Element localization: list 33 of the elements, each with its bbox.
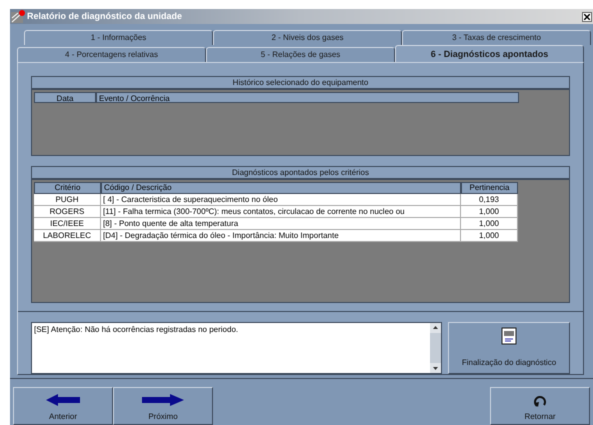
column-header: Código / Descrição <box>101 182 461 194</box>
scrollbar[interactable] <box>430 323 441 374</box>
message-text: [SE] Atenção: Não há ocorrências registradas no periodo. <box>33 324 240 336</box>
finalize-button[interactable]: Finalização do diagnóstico <box>448 322 570 374</box>
column-header: Data <box>34 92 96 104</box>
column-header: Critério <box>34 182 101 194</box>
left-arrow-icon <box>46 394 80 406</box>
scroll-down-icon[interactable] <box>430 363 441 374</box>
app-icon <box>11 10 25 24</box>
next-button[interactable]: Próximo <box>113 387 213 425</box>
close-icon <box>584 14 590 20</box>
right-arrow-icon <box>142 394 184 406</box>
window-title: Relatório de diagnóstico da unidade <box>27 10 182 23</box>
section-header: Histórico selecionado do equipamento <box>31 76 570 90</box>
back-button[interactable]: Anterior <box>13 387 113 425</box>
column-header: Pertinencia <box>461 182 518 194</box>
close-button[interactable] <box>582 12 592 22</box>
section-header: Diagnósticos apontados pelos critérios <box>31 166 570 180</box>
tab[interactable]: 2 - Niveis dos gases <box>213 30 402 46</box>
message-box[interactable]: [SE] Atenção: Não há ocorrências registradas no periodo. <box>31 322 442 374</box>
tab[interactable]: 3 - Taxas de crescimento <box>402 30 591 46</box>
table-cell: [D4] - Degradação térmica do óleo - Importância: Muito Importante <box>101 230 461 242</box>
table-cell: 1,000 <box>461 230 518 242</box>
return-button[interactable]: Retornar <box>490 387 590 425</box>
scroll-up-icon[interactable] <box>430 323 441 334</box>
tab[interactable]: 4 - Porcentagens relativas <box>17 47 206 62</box>
undo-icon <box>533 394 547 408</box>
table-cell: LABORELEC <box>34 230 101 242</box>
tab[interactable]: 5 - Relações de gases <box>206 47 395 62</box>
tab[interactable]: 1 - Informações <box>24 30 213 46</box>
document-icon <box>501 327 517 346</box>
column-header: Evento / Ocorrência <box>96 92 519 104</box>
tab[interactable]: 6 - Diagnósticos apontados <box>395 45 584 62</box>
